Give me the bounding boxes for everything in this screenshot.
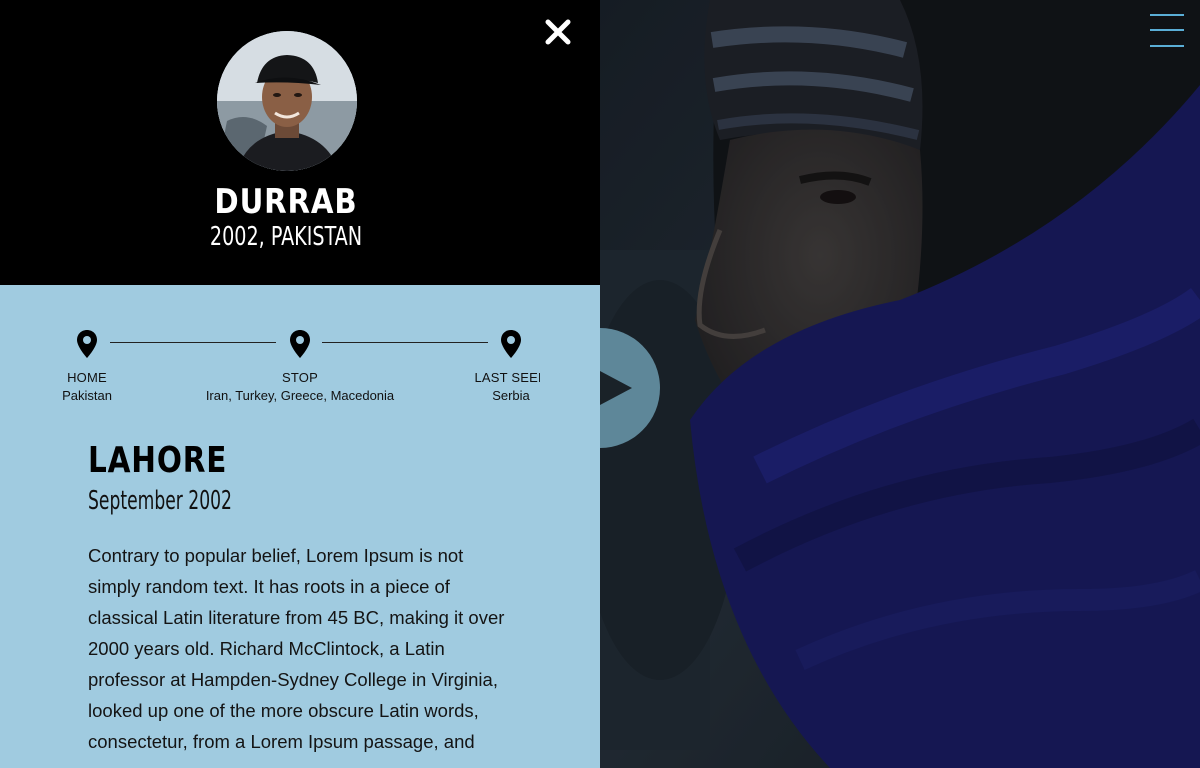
story-place-heading: LAHORE [88, 440, 228, 481]
hero-photo [600, 0, 1200, 768]
hamburger-menu-icon [1150, 14, 1184, 16]
play-icon [600, 371, 632, 405]
avatar-portrait [217, 31, 357, 171]
close-button[interactable] [538, 12, 578, 52]
profile-header: DURRAB 2002, PAKISTAN [0, 0, 600, 285]
map-pin-icon [77, 330, 97, 358]
profile-name: DURRAB [214, 182, 358, 222]
timeline-stop-label: STOP [282, 370, 318, 385]
hero-photo-illustration [600, 0, 1200, 768]
close-icon [545, 19, 571, 45]
story-date: September 2002 [88, 486, 232, 516]
story-page: DURRAB 2002, PAKISTAN HOME Pakistan STOP… [0, 0, 1200, 768]
profile-subtitle: 2002, PAKISTAN [209, 222, 363, 252]
panel-edge-mask [540, 328, 600, 448]
journey-timeline: HOME Pakistan STOP Iran, Turkey, Greece,… [0, 285, 600, 415]
timeline-stop-transit[interactable]: STOP Iran, Turkey, Greece, Macedonia [190, 329, 410, 404]
timeline-stop-value: Iran, Turkey, Greece, Macedonia [205, 388, 395, 403]
story-body-text: Contrary to popular belief, Lorem Ipsum … [88, 545, 505, 752]
story-panel: DURRAB 2002, PAKISTAN HOME Pakistan STOP… [0, 0, 600, 768]
map-pin-icon [290, 330, 310, 358]
hamburger-menu-icon-line [1150, 45, 1184, 47]
map-pin-icon [501, 330, 521, 358]
hamburger-menu-icon-line [1150, 29, 1184, 31]
timeline-stop-label: HOME [67, 370, 107, 385]
menu-button[interactable] [1146, 12, 1186, 50]
avatar [217, 31, 357, 171]
timeline-stop-home[interactable]: HOME Pakistan [47, 329, 127, 404]
timeline-stop-value: Pakistan [62, 388, 112, 403]
